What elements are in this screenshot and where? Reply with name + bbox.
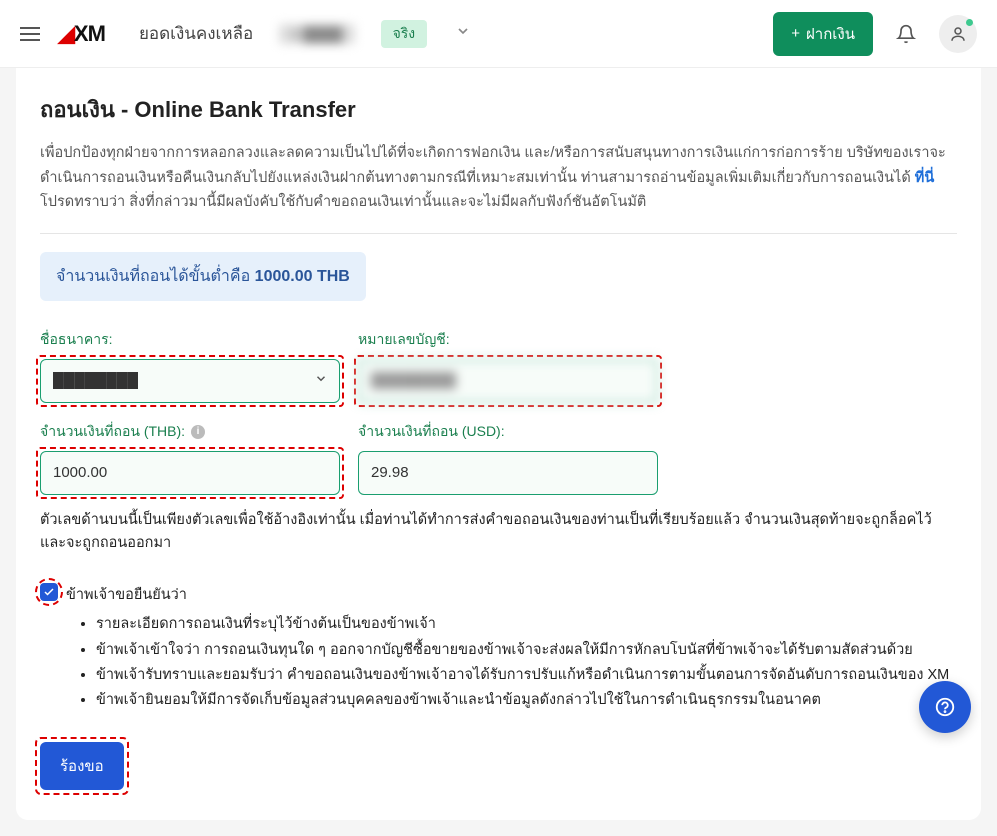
min-prefix: จำนวนเงินที่ถอนได้ขั้นต่ำคือ xyxy=(56,268,255,285)
content-card: ถอนเงิน - Online Bank Transfer เพื่อปกป้… xyxy=(16,68,981,820)
topbar-right: + ฝากเงิน xyxy=(773,12,977,56)
minimum-banner: จำนวนเงินที่ถอนได้ขั้นต่ำคือ 1000.00 THB xyxy=(40,252,366,301)
list-item: รายละเอียดการถอนเงินที่ระบุไว้ข้างต้นเป็… xyxy=(96,612,957,637)
amount-usd-label: จำนวนเงินที่ถอน (USD): xyxy=(358,421,658,443)
topbar-left: ◢XM ยอดเงินคงเหลือ $ ████ จริง xyxy=(20,20,471,48)
note-text: ตัวเลขด้านบนนี้เป็นเพียงตัวเลขเพื่อใช้อ้… xyxy=(40,509,957,555)
confirm-row: ข้าพเจ้าขอยืนยันว่า xyxy=(40,583,957,606)
here-link[interactable]: ที่นี่ xyxy=(915,170,934,186)
list-item: ข้าพเจ้ายินยอมให้มีการจัดเก็บข้อมูลส่วนบ… xyxy=(96,688,957,713)
divider xyxy=(40,233,957,234)
check-icon xyxy=(43,586,55,598)
description-text: เพื่อปกป้องทุกฝ่ายจากการหลอกลวงและลดความ… xyxy=(40,141,957,215)
amount-usd-input[interactable] xyxy=(358,451,658,495)
bank-select[interactable]: ████████ xyxy=(40,359,340,403)
notifications-button[interactable] xyxy=(887,15,925,53)
list-item: ข้าพเจ้าเข้าใจว่า การถอนเงินทุนใด ๆ ออกจ… xyxy=(96,638,957,663)
deposit-button[interactable]: + ฝากเงิน xyxy=(773,12,873,56)
page-title: ถอนเงิน - Online Bank Transfer xyxy=(40,92,957,127)
amount-thb-label-text: จำนวนเงินที่ถอน (THB): xyxy=(40,421,185,443)
help-fab[interactable] xyxy=(919,681,971,733)
profile-button[interactable] xyxy=(939,15,977,53)
account-type-badge: จริง xyxy=(381,20,428,48)
chat-icon xyxy=(934,696,956,718)
menu-icon[interactable] xyxy=(20,27,40,41)
bell-icon xyxy=(896,24,916,44)
user-icon xyxy=(949,25,967,43)
confirm-checkbox[interactable] xyxy=(40,583,58,601)
chevron-down-icon[interactable] xyxy=(455,23,471,44)
form-grid: ชื่อธนาคาร: ████████ หมายเลขบัญชี: จำนวน… xyxy=(40,329,957,495)
deposit-button-label: ฝากเงิน xyxy=(806,22,855,46)
status-dot xyxy=(966,19,973,26)
bank-label: ชื่อธนาคาร: xyxy=(40,329,340,351)
info-icon[interactable]: i xyxy=(191,425,205,439)
min-value: 1000.00 THB xyxy=(255,268,350,285)
confirm-intro: ข้าพเจ้าขอยืนยันว่า xyxy=(66,583,187,606)
amount-thb-input[interactable] xyxy=(40,451,340,495)
topbar: ◢XM ยอดเงินคงเหลือ $ ████ จริง + ฝากเงิน xyxy=(0,0,997,68)
plus-icon: + xyxy=(791,25,800,42)
list-item: ข้าพเจ้ารับทราบและยอมรับว่า คำขอถอนเงินข… xyxy=(96,663,957,688)
account-input[interactable] xyxy=(358,359,658,403)
confirm-bullets: รายละเอียดการถอนเงินที่ระบุไว้ข้างต้นเป็… xyxy=(96,612,957,714)
description-part-1: เพื่อปกป้องทุกฝ่ายจากการหลอกลวงและลดความ… xyxy=(40,145,946,186)
description-part-2: โปรดทราบว่า สิ่งที่กล่าวมานี้มีผลบังคับใ… xyxy=(40,194,646,210)
account-label: หมายเลขบัญชี: xyxy=(358,329,658,351)
amount-thb-label: จำนวนเงินที่ถอน (THB): i xyxy=(40,421,340,443)
logo[interactable]: ◢XM xyxy=(58,21,105,47)
submit-button[interactable]: ร้องขอ xyxy=(40,742,124,790)
balance-amount: $ ████ xyxy=(279,24,354,44)
balance-label: ยอดเงินคงเหลือ xyxy=(139,20,253,47)
